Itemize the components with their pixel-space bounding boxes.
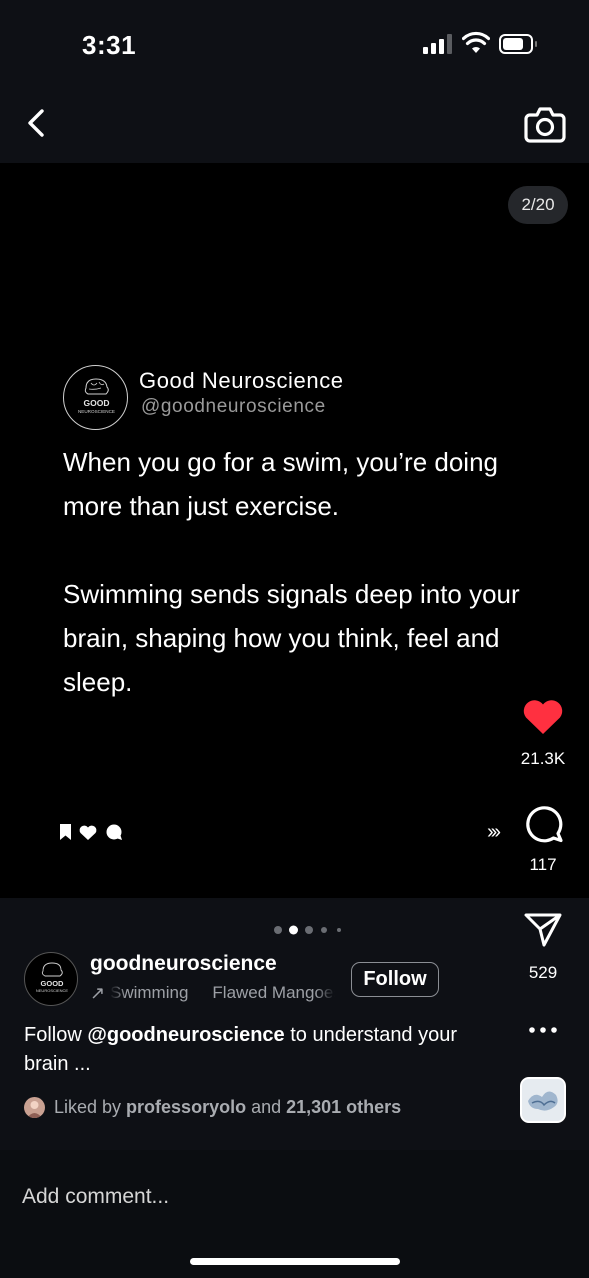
audio-thumbnail[interactable] [520, 1077, 566, 1123]
like-heart-icon[interactable] [521, 696, 565, 736]
page-counter-badge: 2/20 [508, 186, 568, 224]
share-count: 529 [528, 963, 558, 982]
audio-arrow-icon: ↗ [90, 983, 106, 1003]
comment-count: 117 [529, 855, 557, 874]
card-mini-icons [60, 824, 122, 840]
author-username[interactable]: goodneuroscience [90, 952, 277, 976]
caption-prefix: Follow [24, 1024, 88, 1046]
bookmark-icon [60, 824, 71, 840]
share-paper-plane-icon[interactable] [523, 912, 563, 948]
audio-item-2: Flawed Mangoes [212, 983, 335, 1002]
add-comment-input[interactable] [22, 1183, 472, 1211]
avatar-text-neuroscience: NEUROSCIENCE [36, 988, 69, 993]
caption-mention[interactable]: @goodneuroscience [87, 1024, 284, 1046]
audio-track-marquee[interactable]: Swimming Flawed Mangoes [110, 983, 335, 1005]
more-options-icon[interactable] [527, 1022, 559, 1038]
status-bar: 3:31 [0, 0, 589, 90]
status-time: 3:31 [82, 30, 137, 60]
back-chevron-icon[interactable] [22, 106, 52, 140]
card-paragraph-2: Swimming sends signals deep into your br… [63, 579, 520, 697]
comment-icon [106, 824, 122, 840]
follow-button[interactable]: Follow [351, 962, 439, 997]
camera-icon[interactable] [524, 104, 566, 144]
liked-by-user[interactable]: professoryolo [126, 1097, 246, 1117]
brand-logo: GOOD NEUROSCIENCE [63, 365, 128, 430]
liked-by-avatar [24, 1097, 45, 1118]
top-nav-bar [0, 90, 589, 162]
like-count: 21.3K [520, 749, 566, 768]
author-avatar[interactable]: GOOD NEUROSCIENCE [24, 952, 78, 1006]
liked-by-others[interactable]: 21,301 others [286, 1097, 401, 1117]
post-media[interactable] [0, 163, 589, 898]
card-brand-name: Good Neuroscience [139, 368, 344, 393]
carousel-dots [272, 924, 347, 936]
home-indicator[interactable] [190, 1258, 400, 1265]
post-caption[interactable]: Follow @goodneuroscience to understand y… [24, 1021, 504, 1079]
battery-icon [499, 34, 537, 54]
avatar-text-good: GOOD [41, 979, 65, 988]
audio-item-1: Swimming [110, 983, 189, 1002]
logo-text-neuroscience: NEUROSCIENCE [78, 409, 115, 414]
liked-by-text[interactable]: Liked by professoryolo and 21,301 others [54, 1097, 401, 1118]
cellular-signal-icon [423, 34, 453, 54]
card-paragraph-1: When you go for a swim, you’re doing mor… [63, 447, 498, 521]
carousel-next-arrows[interactable]: ››› [487, 821, 501, 844]
wifi-icon [462, 31, 490, 53]
logo-text-good: GOOD [84, 398, 110, 408]
heart-icon [79, 825, 97, 840]
comment-bubble-icon[interactable] [523, 803, 563, 843]
card-brand-handle: @goodneuroscience [141, 396, 326, 417]
